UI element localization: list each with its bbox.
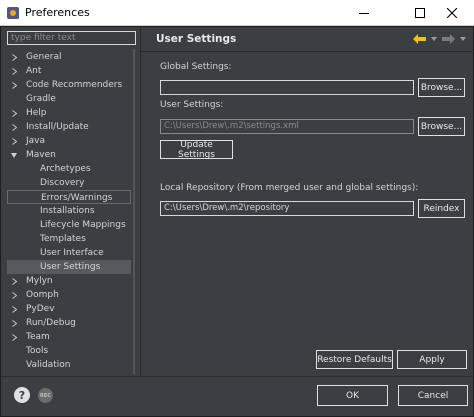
maximize-icon [415, 8, 425, 18]
arrow-right-icon[interactable] [439, 32, 457, 46]
tree-item-label: Errors/Warnings [41, 193, 113, 203]
tree-item[interactable]: Errors/Warnings [7, 190, 131, 204]
pane-divider[interactable] [140, 26, 141, 376]
tree-item-label: User Interface [40, 248, 104, 258]
tree-item[interactable]: General [7, 50, 131, 64]
tree-item[interactable]: Run/Debug [7, 316, 131, 330]
chevron-right-icon[interactable] [10, 302, 18, 316]
tree-item[interactable]: Archetypes [7, 162, 131, 176]
tree-item[interactable]: Help [7, 106, 131, 120]
filter-input[interactable] [7, 31, 136, 45]
chevron-right-icon[interactable] [10, 134, 18, 148]
reindex-button[interactable]: Reindex [418, 199, 465, 218]
tree-item-label: Help [26, 108, 47, 118]
tree-item[interactable]: Oomph [7, 288, 131, 302]
user-browse-button[interactable]: Browse... [418, 117, 465, 136]
eclipse-app-icon [7, 7, 19, 19]
global-browse-button[interactable]: Browse... [418, 78, 465, 97]
chevron-right-icon[interactable] [10, 106, 18, 120]
minimize-button[interactable] [342, 0, 386, 26]
tree-item[interactable]: Code Recommenders [7, 78, 131, 92]
update-settings-button[interactable]: Update Settings [160, 140, 233, 160]
tree-item-label: General [26, 52, 62, 62]
tree-item[interactable]: Validation [7, 358, 131, 372]
minimize-icon [359, 13, 369, 14]
preference-tree: General Ant Code Recommenders Gradle Help Ins… [7, 50, 136, 375]
tree-scrollbar[interactable] [133, 49, 135, 374]
page-title: User Settings [156, 33, 237, 45]
restore-defaults-button[interactable]: Restore Defaults [316, 350, 393, 369]
global-settings-label: Global Settings: [160, 62, 232, 72]
tree-item-label: User Settings [40, 262, 101, 272]
oomph-record-icon[interactable]: REC [38, 388, 53, 403]
tree-item[interactable]: Mylyn [7, 274, 131, 288]
tree-item[interactable]: User Interface [7, 246, 131, 260]
chevron-right-icon[interactable] [10, 78, 18, 92]
user-settings-label: User Settings: [160, 100, 224, 110]
tree-item[interactable]: Gradle [7, 92, 131, 106]
tree-item-label: Java [26, 136, 46, 146]
chevron-right-icon[interactable] [10, 50, 18, 64]
chevron-right-icon[interactable] [10, 316, 18, 330]
page-header-divider [141, 51, 474, 52]
tree-item-label: Validation [26, 360, 71, 370]
tree-item[interactable]: User Settings [7, 260, 131, 274]
tree-item[interactable]: Team [7, 330, 131, 344]
cancel-button[interactable]: Cancel [398, 385, 468, 406]
tree-item[interactable]: Lifecycle Mappings [7, 218, 131, 232]
footer-divider [1, 376, 473, 377]
tree-item-label: Install/Update [26, 122, 89, 132]
chevron-down-icon[interactable] [430, 32, 437, 46]
chevron-down-icon[interactable] [459, 32, 466, 46]
page-navigation [410, 30, 466, 48]
tree-item[interactable]: Installations [7, 204, 131, 218]
close-window-button[interactable] [430, 0, 474, 26]
tree-item-label: Tools [26, 346, 49, 356]
tree-item[interactable]: Discovery [7, 176, 131, 190]
chevron-right-icon[interactable] [10, 288, 18, 302]
tree-item[interactable]: Install/Update [7, 120, 131, 134]
tree-item-label: Installations [40, 206, 95, 216]
tree-item-label: Code Recommenders [26, 80, 123, 90]
chevron-down-icon[interactable] [10, 148, 18, 162]
chevron-right-icon[interactable] [10, 330, 18, 344]
tree-item[interactable]: Ant [7, 64, 131, 78]
tree-item-label: PyDev [26, 304, 55, 314]
tree-item[interactable]: PyDev [7, 302, 131, 316]
title-bar: Preferences [0, 0, 474, 26]
help-icon[interactable]: ? [14, 387, 30, 403]
chevron-right-icon[interactable] [10, 64, 18, 78]
user-settings-field[interactable]: C:\Users\Drew\.m2\settings.xml [160, 119, 414, 134]
tree-item-label: Oomph [26, 290, 59, 300]
tree-item-label: Templates [40, 234, 86, 244]
tree-item-label: Run/Debug [26, 318, 76, 328]
tree-item-label: Team [26, 332, 50, 342]
local-repository-field: C:\Users\Drew\.m2\repository [160, 201, 414, 216]
tree-item[interactable]: Maven [7, 148, 131, 162]
tree-item-label: Gradle [26, 94, 56, 104]
chevron-right-icon[interactable] [10, 120, 18, 134]
apply-button[interactable]: Apply [397, 350, 467, 369]
tree-item[interactable]: Tools [7, 344, 131, 358]
window-title: Preferences [25, 6, 90, 19]
tree-item[interactable]: Templates [7, 232, 131, 246]
tree-item-label: Ant [26, 66, 42, 76]
ok-button[interactable]: OK [317, 385, 388, 406]
tree-item-label: Mylyn [26, 276, 53, 286]
tree-item-label: Lifecycle Mappings [40, 220, 126, 230]
global-settings-field[interactable] [160, 80, 414, 95]
tree-item-label: Archetypes [40, 164, 91, 174]
tree-item[interactable]: Java [7, 134, 131, 148]
tree-item-label: Maven [26, 150, 56, 160]
local-repository-label: Local Repository (From merged user and g… [160, 183, 419, 193]
chevron-right-icon[interactable] [10, 274, 18, 288]
close-icon [447, 8, 457, 18]
arrow-left-icon[interactable] [410, 32, 428, 46]
tree-item-label: Discovery [40, 178, 85, 188]
